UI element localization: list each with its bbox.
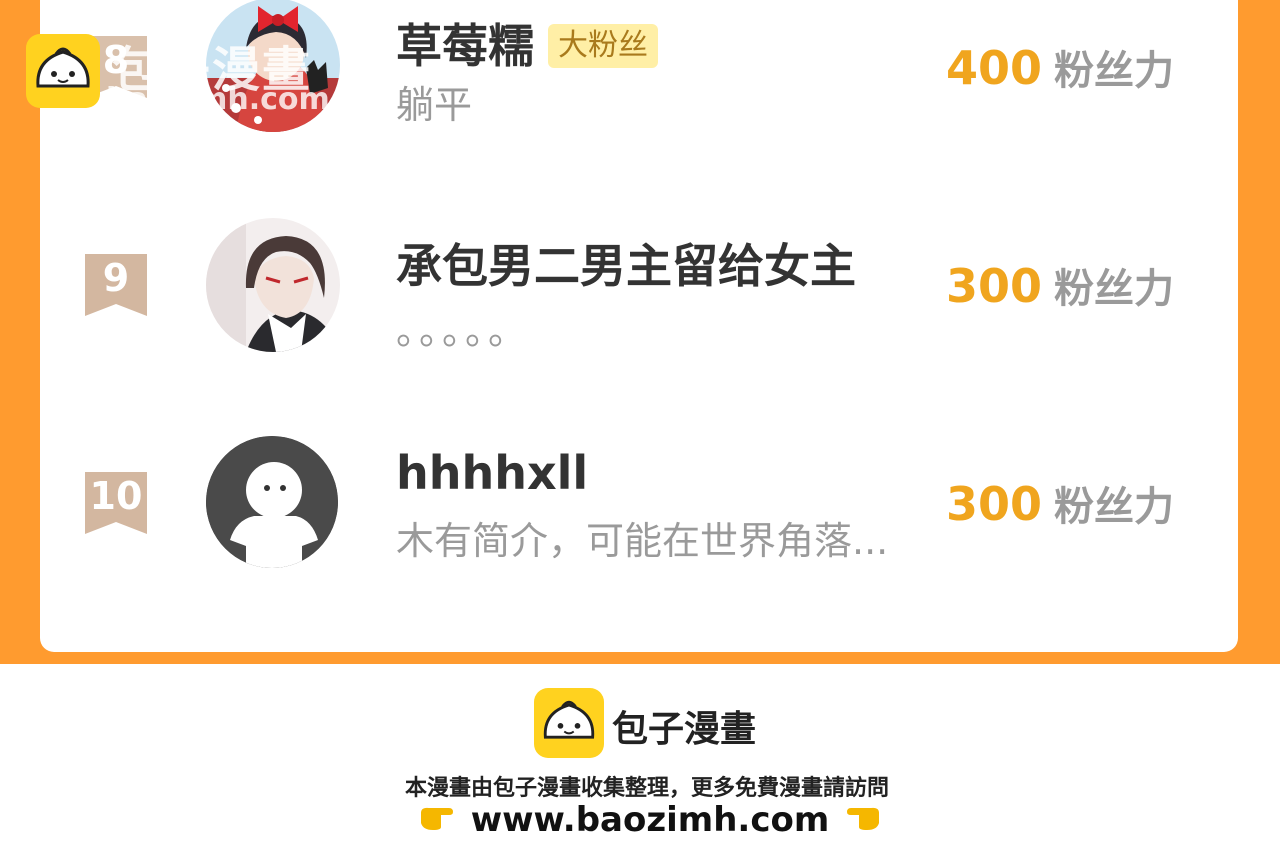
ranking-row-9[interactable]: 9 承包男二男主留给女主 。。。。。 300 粉丝力 [0,210,1280,360]
footer-brand: 包子漫畫 [612,709,757,750]
fan-power-unit: 粉丝力 [1054,48,1175,94]
fan-power: 300 粉丝力 [946,474,1174,532]
fan-power: 400 粉丝力 [946,38,1174,96]
user-name-text: 承包男二男主留给女主 [396,239,856,293]
fan-power-value: 300 [946,477,1043,531]
rank-ribbon: 9 [85,254,147,316]
rank-ribbon: 10 [85,472,147,534]
user-bio: 。。。。。 [396,309,531,353]
rank-number: 9 [102,256,130,300]
ranking-row-10[interactable]: 10 hhhhxll 木有简介，可能在世界角落... 300 粉丝力 [0,430,1280,580]
default-avatar-icon[interactable] [206,436,338,568]
user-bio: 木有简介，可能在世界角落... [396,519,889,563]
avatar[interactable] [206,218,340,352]
fan-badge: 大粉丝 [548,23,658,68]
fan-power-unit: 粉丝力 [1054,484,1175,530]
user-name[interactable]: 草莓糯 大粉丝 [396,10,658,76]
fan-power-unit: 粉丝力 [1054,266,1175,312]
user-name-text: 草莓糯 [396,19,534,73]
pointing-left-hand-icon [841,804,881,839]
user-name-text: hhhhxll [396,446,589,500]
footer-description: 本漫畫由包子漫畫收集整理，更多免費漫畫請訪問 [404,776,889,801]
user-name[interactable]: 承包男二男主留给女主 [396,230,856,296]
footer-link[interactable]: www.baozimh.com [0,800,1280,840]
pointing-right-hand-icon [419,804,459,839]
fan-power: 300 粉丝力 [946,256,1174,314]
user-bio: 躺平 [396,83,473,127]
baozi-logo-icon [26,34,100,108]
fan-power-value: 300 [946,259,1043,313]
fan-power-value: 400 [946,41,1043,95]
watermark-url: baozimh.com [106,82,330,117]
footer-url-text[interactable]: www.baozimh.com [471,800,830,840]
rank-number: 10 [89,474,143,518]
baozi-logo-icon [534,688,604,758]
user-name[interactable]: hhhhxll [396,446,588,500]
